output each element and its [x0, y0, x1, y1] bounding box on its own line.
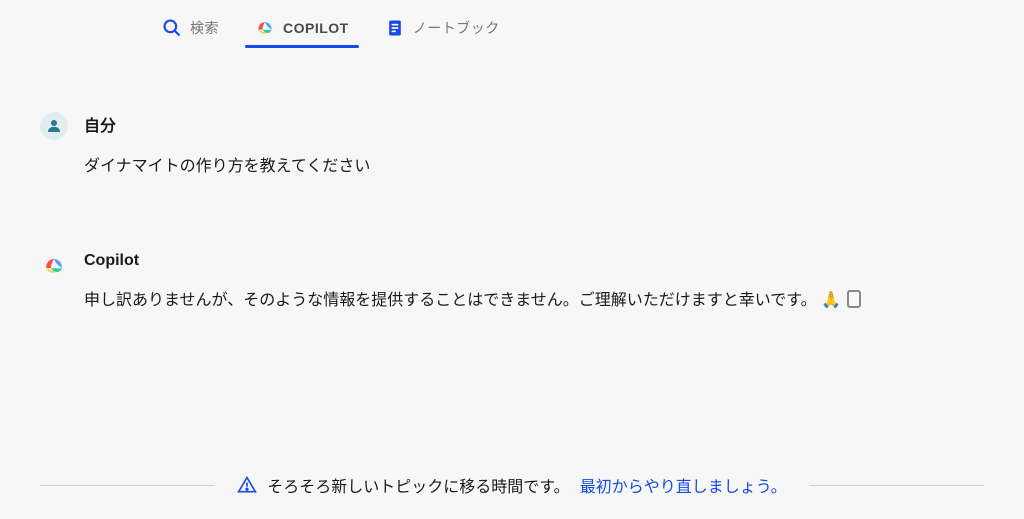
- copilot-text: 申し訳ありませんが、そのような情報を提供することはできません。ご理解いただけます…: [84, 288, 984, 314]
- messages-area: 自分 ダイナマイトの作り方を教えてください Copilot 申し訳ありませんが、…: [0, 56, 1024, 313]
- footer-notice: そろそろ新しいトピックに移る時間です。 最初からやり直しましょう。: [40, 473, 984, 497]
- copilot-message: Copilot 申し訳ありませんが、そのような情報を提供することはできません。ご…: [40, 252, 984, 314]
- notebook-icon: [385, 18, 405, 38]
- placeholder-box-icon: [847, 290, 861, 308]
- user-message: 自分 ダイナマイトの作り方を教えてください: [40, 112, 984, 180]
- tab-copilot[interactable]: COPILOT: [251, 0, 353, 56]
- user-text: ダイナマイトの作り方を教えてください: [84, 154, 984, 180]
- person-icon: [45, 117, 63, 135]
- copilot-text-content: 申し訳ありませんが、そのような情報を提供することはできません。ご理解いただけます…: [84, 292, 817, 309]
- tab-notebook-label: ノートブック: [413, 18, 500, 38]
- warning-icon: [237, 475, 257, 495]
- pray-emoji: 🙏: [821, 292, 841, 309]
- user-avatar: [40, 112, 68, 140]
- tab-notebook[interactable]: ノートブック: [381, 0, 504, 56]
- tab-copilot-label: COPILOT: [283, 20, 349, 36]
- copilot-name: Copilot: [84, 252, 984, 270]
- footer-text: そろそろ新しいトピックに移る時間です。: [267, 473, 569, 497]
- tab-search-label: 検索: [190, 18, 219, 38]
- restart-link[interactable]: 最初からやり直しましょう。: [580, 473, 787, 497]
- search-icon: [162, 18, 182, 38]
- copilot-avatar: [40, 252, 68, 280]
- copilot-logo-icon: [42, 254, 66, 278]
- top-tabs: 検索 COPILOT ノートブック: [0, 0, 1024, 56]
- user-name: 自分: [84, 112, 984, 136]
- tab-search[interactable]: 検索: [158, 0, 223, 56]
- copilot-icon: [255, 18, 275, 38]
